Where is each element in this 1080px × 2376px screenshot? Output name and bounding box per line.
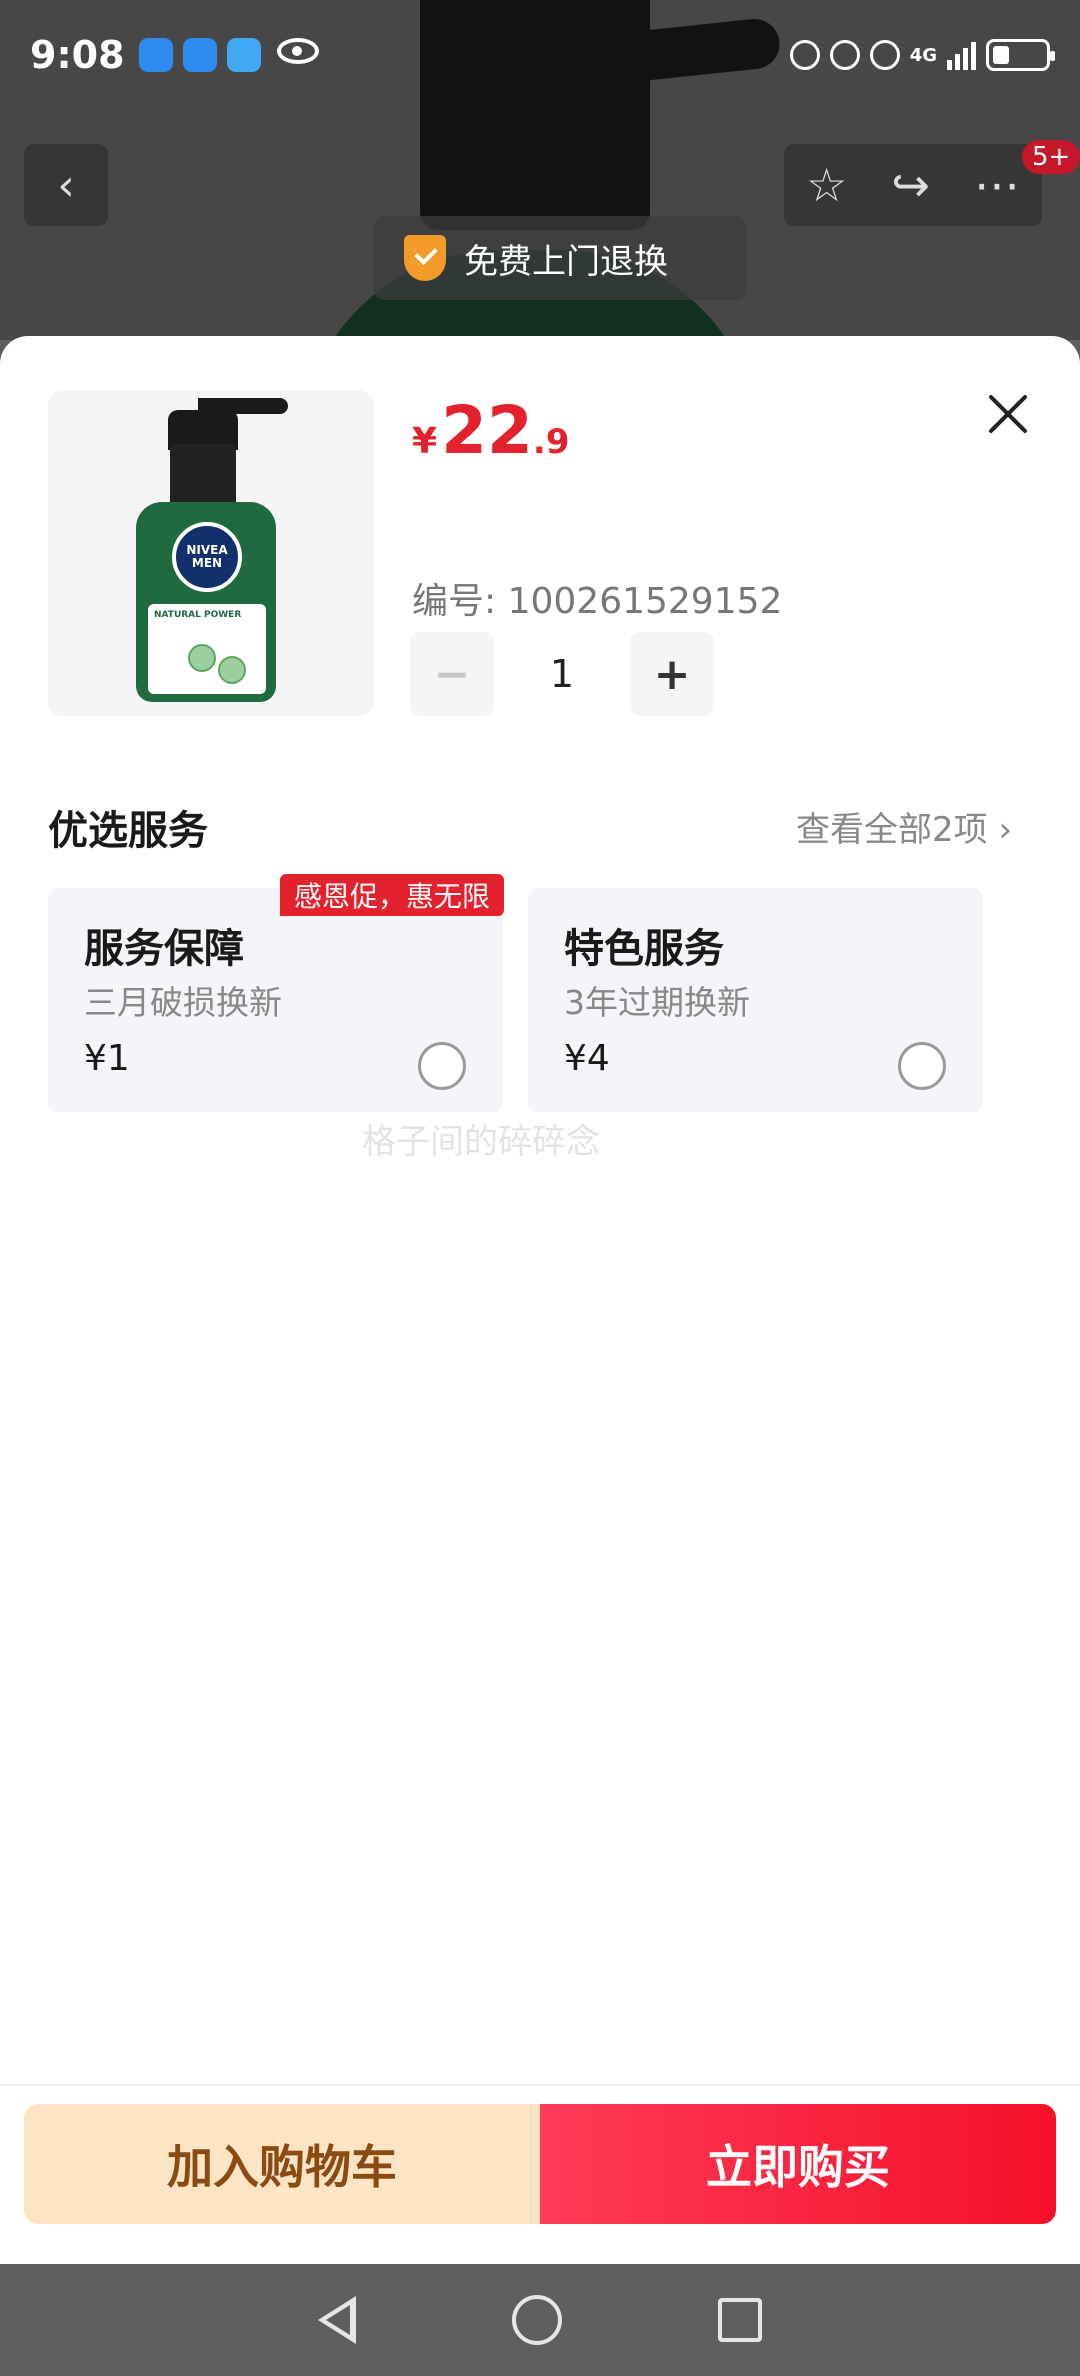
services-section-title: 优选服务 bbox=[48, 808, 208, 854]
service-radio[interactable] bbox=[898, 1042, 946, 1090]
add-to-cart-button[interactable]: 加入购物车 bbox=[24, 2104, 540, 2224]
shield-check-icon bbox=[404, 235, 446, 281]
chevron-left-icon: ‹ bbox=[57, 159, 75, 211]
service-name: 特色服务 bbox=[564, 926, 724, 972]
sku-number: 编号: 100261529152 bbox=[412, 581, 783, 622]
decrease-quantity-button[interactable]: − bbox=[410, 632, 494, 716]
share-icon[interactable]: ↪ bbox=[891, 158, 930, 212]
more-icon[interactable]: ⋯ bbox=[974, 158, 1020, 212]
quantity-value[interactable]: 1 bbox=[494, 652, 630, 696]
star-icon[interactable]: ☆ bbox=[806, 158, 847, 212]
sku-bottom-sheet: NIVEA MEN NATURAL POWER ¥ 22 .9 编号: 1002… bbox=[0, 336, 1080, 2264]
bluetooth-icon bbox=[829, 40, 860, 70]
network-type-label: 4G bbox=[909, 44, 937, 66]
alarm-icon bbox=[789, 40, 820, 70]
nav-recents-icon[interactable] bbox=[718, 2298, 762, 2342]
service-card-special[interactable]: 特色服务 3年过期换新 ¥4 bbox=[528, 888, 983, 1112]
status-time: 9:08 bbox=[30, 33, 125, 77]
product-price: ¥ 22 .9 bbox=[412, 392, 570, 469]
browser-app-icon bbox=[182, 38, 217, 72]
increase-quantity-button[interactable]: + bbox=[630, 632, 714, 716]
buy-now-button[interactable]: 立即购买 bbox=[540, 2104, 1056, 2224]
mute-icon bbox=[869, 40, 900, 70]
brand-logo: NIVEA MEN bbox=[172, 522, 242, 592]
message-app-icon bbox=[138, 38, 173, 72]
leaf-icon bbox=[188, 644, 216, 672]
system-status-icons: 4G bbox=[789, 39, 1055, 71]
service-description: 三月破损换新 bbox=[84, 983, 282, 1022]
top-action-group: ☆ ↪ ⋯ bbox=[784, 144, 1042, 226]
system-navigation-bar bbox=[0, 2264, 1080, 2376]
bottle-label: NATURAL POWER bbox=[148, 604, 266, 694]
nav-back-icon[interactable] bbox=[318, 2296, 356, 2344]
weather-app-icon bbox=[226, 38, 261, 72]
view-all-services-link[interactable]: 查看全部2项 › bbox=[796, 802, 1012, 851]
bottom-action-bar: 加入购物车 立即购买 bbox=[0, 2084, 1080, 2264]
back-button[interactable]: ‹ bbox=[24, 144, 108, 226]
signal-icon bbox=[947, 40, 976, 70]
promo-tag: 感恩促，惠无限 bbox=[280, 874, 504, 916]
watermark: 格子间的碎碎念 bbox=[362, 1122, 600, 1162]
eye-icon bbox=[276, 38, 319, 64]
free-return-banner: 免费上门退换 bbox=[374, 216, 746, 300]
nav-home-icon[interactable] bbox=[512, 2295, 562, 2345]
service-price: ¥1 bbox=[84, 1038, 130, 1079]
service-description: 3年过期换新 bbox=[564, 983, 750, 1022]
close-icon[interactable] bbox=[982, 388, 1034, 440]
quantity-stepper: − 1 + bbox=[410, 632, 715, 716]
service-radio[interactable] bbox=[418, 1042, 466, 1090]
status-app-icons bbox=[138, 38, 319, 72]
return-banner-text: 免费上门退换 bbox=[464, 241, 668, 282]
notification-badge: 5+ bbox=[1022, 140, 1080, 174]
service-card-protection[interactable]: 服务保障 三月破损换新 ¥1 bbox=[48, 888, 503, 1112]
service-name: 服务保障 bbox=[84, 926, 244, 972]
service-price: ¥4 bbox=[564, 1038, 610, 1079]
leaf-icon bbox=[218, 656, 246, 684]
status-bar: 9:08 4G bbox=[0, 0, 1080, 110]
battery-icon bbox=[986, 39, 1055, 71]
product-thumbnail[interactable]: NIVEA MEN NATURAL POWER bbox=[48, 390, 374, 716]
